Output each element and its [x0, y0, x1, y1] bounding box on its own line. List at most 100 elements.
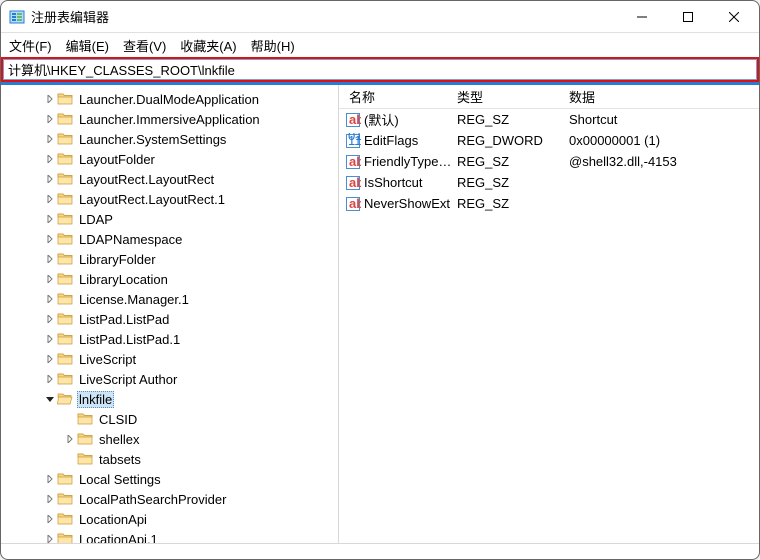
tree-item-label: LDAPNamespace [77, 232, 184, 247]
addressbar-container [1, 57, 759, 82]
tree-item-listpad-listpad-1[interactable]: ListPad.ListPad.1 [1, 329, 338, 349]
value-type: REG_DWORD [457, 133, 569, 148]
svg-text:ab: ab [349, 175, 361, 190]
tree-item-layoutrect-layoutrect-1[interactable]: LayoutRect.LayoutRect.1 [1, 189, 338, 209]
titlebar[interactable]: 注册表编辑器 [1, 1, 759, 33]
tree-item-label: LayoutRect.LayoutRect [77, 172, 216, 187]
content-area: Launcher.DualModeApplication Launcher.Imm… [1, 82, 759, 543]
folder-icon [57, 531, 73, 543]
chevron-right-icon[interactable] [43, 275, 57, 283]
string-value-icon: ab [345, 196, 361, 212]
value-row[interactable]: abNeverShowExt REG_SZ [339, 193, 759, 214]
header-type[interactable]: 类型 [457, 87, 569, 106]
svg-text:110: 110 [348, 133, 361, 148]
minimize-button[interactable] [619, 2, 665, 32]
folder-icon [57, 251, 73, 267]
maximize-button[interactable] [665, 2, 711, 32]
value-name: EditFlags [364, 133, 418, 148]
svg-text:ab: ab [349, 196, 361, 211]
chevron-right-icon[interactable] [43, 115, 57, 123]
values-header[interactable]: 名称 类型 数据 [339, 85, 759, 109]
chevron-right-icon[interactable] [43, 355, 57, 363]
value-type: REG_SZ [457, 154, 569, 169]
header-name[interactable]: 名称 [339, 87, 457, 106]
tree-item-launcher-immersiveapplication[interactable]: Launcher.ImmersiveApplication [1, 109, 338, 129]
tree-item-layoutrect-layoutrect[interactable]: LayoutRect.LayoutRect [1, 169, 338, 189]
tree-item-label: License.Manager.1 [77, 292, 191, 307]
chevron-down-icon[interactable] [43, 395, 57, 403]
close-button[interactable] [711, 2, 757, 32]
tree-item-launcher-systemsettings[interactable]: Launcher.SystemSettings [1, 129, 338, 149]
value-row[interactable]: abIsShortcutREG_SZ [339, 172, 759, 193]
menu-edit[interactable]: 编辑(E) [66, 36, 109, 55]
tree-item-layoutfolder[interactable]: LayoutFolder [1, 149, 338, 169]
folder-icon [77, 431, 93, 447]
menu-favorites[interactable]: 收藏夹(A) [180, 36, 236, 55]
chevron-right-icon[interactable] [43, 295, 57, 303]
tree-item-ldap[interactable]: LDAP [1, 209, 338, 229]
tree-item-label: LDAP [77, 212, 115, 227]
tree-item-label: tabsets [97, 452, 143, 467]
folder-icon [77, 451, 93, 467]
tree-item-clsid[interactable]: CLSID [1, 409, 338, 429]
tree-item-license-manager-1[interactable]: License.Manager.1 [1, 289, 338, 309]
folder-icon [57, 291, 73, 307]
chevron-right-icon[interactable] [43, 475, 57, 483]
menu-help[interactable]: 帮助(H) [251, 36, 295, 55]
folder-icon [57, 271, 73, 287]
tree-item-librarylocation[interactable]: LibraryLocation [1, 269, 338, 289]
statusbar [1, 543, 759, 559]
menu-view[interactable]: 查看(V) [123, 36, 166, 55]
value-row[interactable]: 011110EditFlagsREG_DWORD0x00000001 (1) [339, 130, 759, 151]
tree-pane[interactable]: Launcher.DualModeApplication Launcher.Imm… [1, 85, 339, 543]
tree-item-localpathsearchprovider[interactable]: LocalPathSearchProvider [1, 489, 338, 509]
value-row[interactable]: ab(默认)REG_SZShortcut [339, 109, 759, 130]
tree-item-tabsets[interactable]: tabsets [1, 449, 338, 469]
tree-item-local-settings[interactable]: Local Settings [1, 469, 338, 489]
chevron-right-icon[interactable] [43, 215, 57, 223]
chevron-right-icon[interactable] [43, 335, 57, 343]
chevron-right-icon[interactable] [63, 435, 77, 443]
tree-item-listpad-listpad[interactable]: ListPad.ListPad [1, 309, 338, 329]
value-row[interactable]: abFriendlyTypeN...REG_SZ@shell32.dll,-41… [339, 151, 759, 172]
tree-item-launcher-dualmodeapplication[interactable]: Launcher.DualModeApplication [1, 89, 338, 109]
binary-value-icon: 011110 [345, 133, 361, 149]
tree-item-locationapi-1[interactable]: LocationApi.1 [1, 529, 338, 543]
tree-item-shellex[interactable]: shellex [1, 429, 338, 449]
chevron-right-icon[interactable] [43, 155, 57, 163]
chevron-right-icon[interactable] [43, 95, 57, 103]
tree-item-libraryfolder[interactable]: LibraryFolder [1, 249, 338, 269]
value-type: REG_SZ [457, 196, 569, 211]
tree-item-livescript[interactable]: LiveScript [1, 349, 338, 369]
chevron-right-icon[interactable] [43, 315, 57, 323]
tree-item-lnkfile[interactable]: lnkfile [1, 389, 338, 409]
chevron-right-icon[interactable] [43, 235, 57, 243]
value-name: NeverShowExt [364, 196, 450, 211]
chevron-right-icon[interactable] [43, 135, 57, 143]
registry-editor-window: 注册表编辑器 文件(F) 编辑(E) 查看(V) 收藏夹(A) 帮助(H) La… [0, 0, 760, 560]
tree-item-livescript-author[interactable]: LiveScript Author [1, 369, 338, 389]
chevron-right-icon[interactable] [43, 255, 57, 263]
address-input[interactable] [3, 59, 757, 80]
tree-item-label: Launcher.DualModeApplication [77, 92, 261, 107]
header-data[interactable]: 数据 [569, 87, 759, 106]
tree-item-ldapnamespace[interactable]: LDAPNamespace [1, 229, 338, 249]
chevron-right-icon[interactable] [43, 375, 57, 383]
chevron-right-icon[interactable] [43, 535, 57, 543]
value-type: REG_SZ [457, 112, 569, 127]
folder-icon [77, 411, 93, 427]
chevron-right-icon[interactable] [43, 495, 57, 503]
folder-icon [57, 331, 73, 347]
value-data: Shortcut [569, 112, 759, 127]
values-pane[interactable]: 名称 类型 数据 ab(默认)REG_SZShortcut 011110EditF… [339, 85, 759, 543]
chevron-right-icon[interactable] [43, 195, 57, 203]
tree-item-locationapi[interactable]: LocationApi [1, 509, 338, 529]
folder-icon [57, 231, 73, 247]
tree-item-label: LocationApi.1 [77, 532, 160, 544]
chevron-right-icon[interactable] [43, 515, 57, 523]
menu-file[interactable]: 文件(F) [9, 36, 52, 55]
tree-item-label: LibraryLocation [77, 272, 170, 287]
value-name: IsShortcut [364, 175, 423, 190]
tree-item-label: ListPad.ListPad [77, 312, 171, 327]
chevron-right-icon[interactable] [43, 175, 57, 183]
